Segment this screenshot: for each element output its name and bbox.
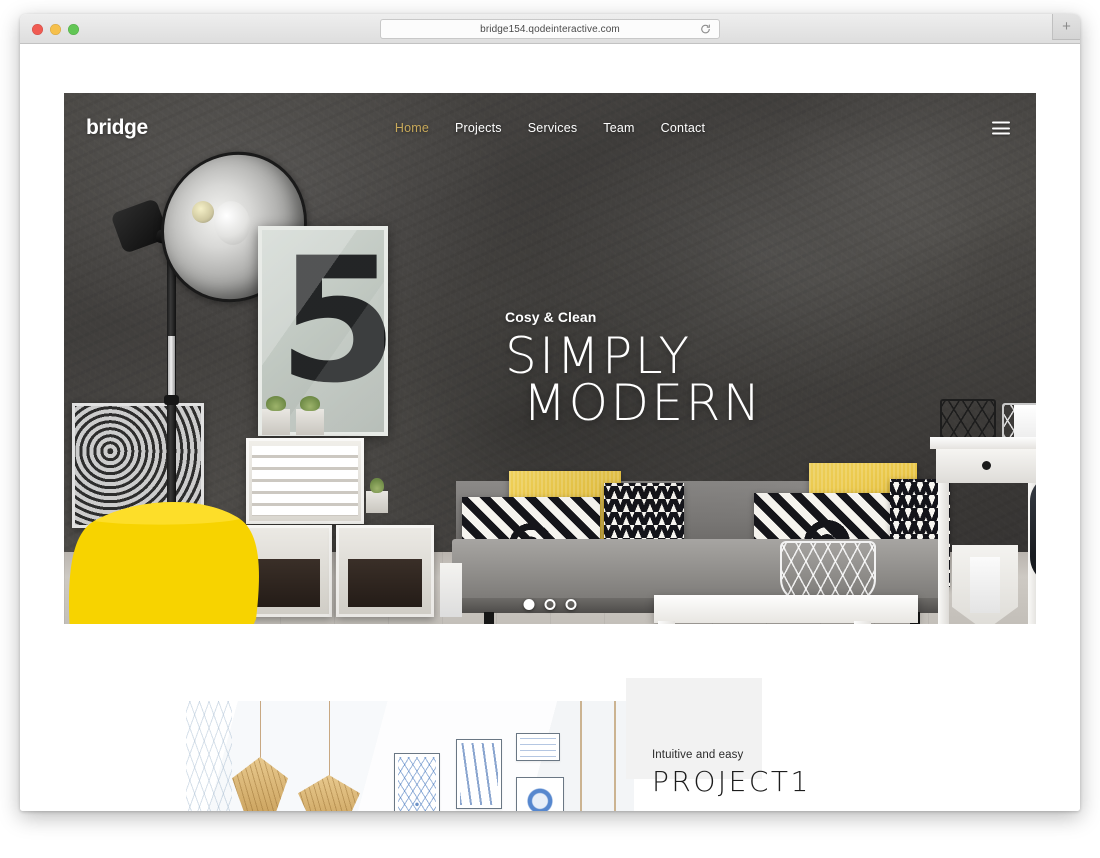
browser-titlebar: bridge154.qodeinteractive.com + — [20, 14, 1080, 44]
coffee-table-leg-left — [658, 621, 675, 624]
project-photo[interactable] — [168, 701, 634, 811]
nav-item-services[interactable]: Services — [528, 121, 578, 135]
slider-pagination — [523, 599, 577, 610]
desk-leg-left — [938, 483, 949, 624]
desk-knob — [982, 461, 991, 470]
lamp-knob — [164, 395, 179, 405]
yellow-chair — [69, 501, 259, 624]
cactus-planter-2 — [296, 396, 324, 435]
reload-icon[interactable] — [700, 24, 711, 35]
nav-item-projects[interactable]: Projects — [455, 121, 502, 135]
paper-stack — [1014, 405, 1036, 439]
storage-box-right — [336, 525, 434, 617]
slider-dot-3[interactable] — [565, 599, 577, 610]
webpage-viewport: 5 — [20, 44, 1080, 811]
coffee-table-leg-right — [854, 621, 871, 624]
side-table-left — [440, 563, 462, 617]
hamburger-icon[interactable] — [992, 121, 1010, 135]
hero-title: SIMPLY MODERN — [505, 331, 763, 432]
framed-print-blob — [516, 777, 564, 811]
hero-subtitle: Cosy & Clean — [505, 309, 597, 325]
main-navigation: Home Projects Services Team Contact — [395, 121, 705, 135]
address-bar[interactable]: bridge154.qodeinteractive.com — [380, 19, 720, 39]
hero-caption: Cosy & Clean SIMPLY MODERN — [505, 309, 763, 432]
coffee-table-top — [654, 595, 918, 623]
hero-slider[interactable]: 5 — [64, 93, 1036, 624]
framed-print-script — [516, 733, 560, 761]
close-window-button[interactable] — [32, 23, 43, 35]
site-header: bridge Home Projects Services Team Conta… — [64, 93, 1036, 163]
wire-basket-on-table — [780, 541, 876, 603]
lamp-cord-2 — [329, 701, 330, 777]
lamp-cord-1 — [260, 701, 261, 759]
zoom-window-button[interactable] — [68, 23, 79, 35]
black-wire-basket — [940, 399, 996, 439]
cactus-planter-1 — [262, 396, 290, 435]
new-tab-button[interactable]: + — [1052, 14, 1080, 40]
zigzag-curtain — [186, 701, 232, 811]
cactus-planter-3 — [366, 478, 388, 513]
lamp-socket — [192, 201, 214, 223]
nav-item-home[interactable]: Home — [395, 121, 429, 135]
project-subtitle: Intuitive and easy — [652, 749, 744, 761]
url-text: bridge154.qodeinteractive.com — [480, 23, 620, 35]
window-controls — [32, 14, 79, 44]
desk-top — [930, 437, 1036, 449]
sofa-leg-left — [484, 612, 494, 624]
browser-window: bridge154.qodeinteractive.com + bridge H… — [20, 14, 1080, 811]
lamp-stand-chrome — [168, 336, 175, 398]
hero-title-line-2: MODERN — [523, 374, 763, 432]
slider-dot-2[interactable] — [544, 599, 556, 610]
minimize-window-button[interactable] — [50, 23, 61, 35]
nav-item-team[interactable]: Team — [603, 121, 634, 135]
wall-trim-2 — [614, 701, 616, 811]
site-logo[interactable]: bridge — [86, 116, 148, 140]
project-section: Intuitive and easy PROJECT1 — [20, 644, 1080, 811]
wall-trim-1 — [580, 701, 582, 811]
nav-item-contact[interactable]: Contact — [661, 121, 705, 135]
magazine-papers — [970, 557, 1000, 613]
framed-print-coral — [394, 753, 440, 811]
slider-dot-1[interactable] — [523, 599, 535, 610]
framed-print-grass — [456, 739, 502, 809]
project-caption: Intuitive and easy PROJECT1 — [652, 749, 811, 797]
project-title[interactable]: PROJECT1 — [652, 767, 811, 797]
